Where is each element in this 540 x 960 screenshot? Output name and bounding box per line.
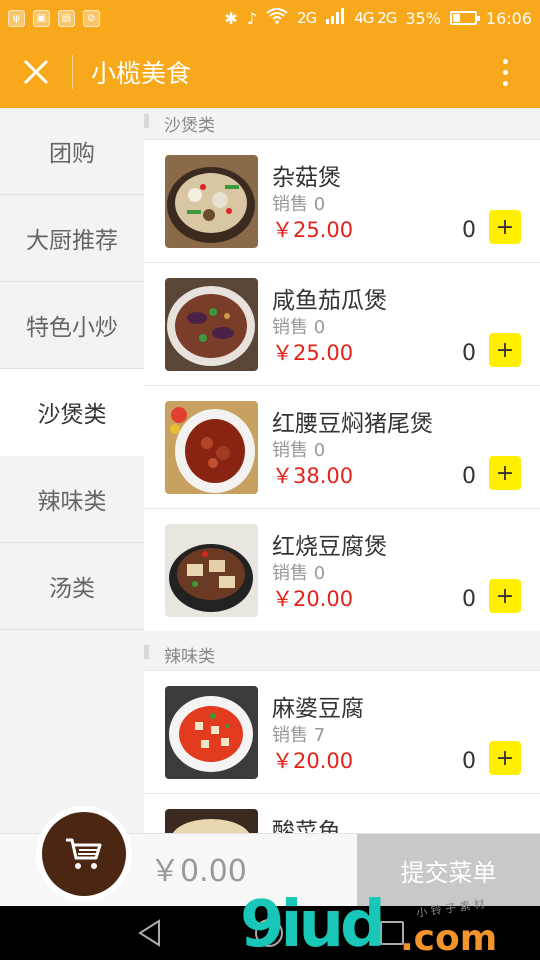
- watermark-domain: .com: [400, 918, 498, 959]
- dish-quantity: 0: [462, 749, 476, 774]
- dish-sales: 销售 0: [272, 194, 326, 215]
- clipboard-icon: ▤: [58, 9, 75, 27]
- more-dot: [502, 80, 508, 86]
- section-title: 沙煲类: [164, 116, 215, 136]
- sidebar-item-chef-recommend[interactable]: 大厨推荐: [0, 195, 144, 282]
- dish-name: 麻婆豆腐: [272, 696, 364, 722]
- cart-total: ￥0.00: [150, 854, 247, 889]
- app-screen: ψ ▣ ▤ ⊘ ✱ ♪ 2G 4G 2G 35% 16:06 小榄美食 团购 大…: [0, 0, 540, 960]
- section-header: 沙煲类: [144, 108, 540, 139]
- sidebar-item-group-buy[interactable]: 团购: [0, 108, 144, 195]
- list-item[interactable]: 红腰豆焖猪尾煲 销售 0 ￥38.00 0 +: [144, 385, 540, 508]
- more-dot: [502, 69, 508, 75]
- sidebar-item-special-stir-fry[interactable]: 特色小炒: [0, 282, 144, 369]
- signal-icon: [325, 8, 345, 28]
- silent-icon: ♪: [246, 8, 258, 28]
- dish-quantity: 0: [462, 218, 476, 243]
- dish-image: [165, 686, 258, 779]
- dish-name: 咸鱼茄瓜煲: [272, 288, 387, 314]
- battery-icon: [449, 11, 480, 25]
- shopping-cart-icon: [66, 838, 102, 869]
- section-header: 辣味类: [144, 639, 540, 670]
- list-item[interactable]: 咸鱼茄瓜煲 销售 0 ￥25.00 0 +: [144, 262, 540, 385]
- dish-name: 杂菇煲: [272, 165, 341, 191]
- sidebar-item-label: 汤类: [49, 576, 95, 602]
- cart-button[interactable]: [36, 806, 132, 902]
- add-button[interactable]: +: [489, 333, 521, 367]
- bluetooth-icon: ✱: [224, 8, 238, 28]
- add-button[interactable]: +: [489, 579, 521, 613]
- sidebar-item-claypot[interactable]: 沙煲类: [0, 369, 144, 456]
- wifi-icon: [266, 8, 288, 28]
- add-button[interactable]: +: [489, 456, 521, 490]
- page-title: 小榄美食: [91, 59, 192, 88]
- dish-price: ￥38.00: [272, 464, 354, 488]
- dish-image: [165, 155, 258, 248]
- menu-list[interactable]: 沙煲类 杂菇煲 销售 0 ￥25.00 0 + 咸鱼茄瓜煲 销售 0 ￥25.0…: [144, 108, 540, 833]
- sidebar-item-label: 沙煲类: [37, 402, 107, 428]
- usb-icon: ψ: [8, 9, 25, 27]
- dish-name: 红腰豆焖猪尾煲: [272, 411, 433, 437]
- sidebar-item-label: 大厨推荐: [26, 228, 118, 254]
- title-bar: 小榄美食: [0, 36, 540, 108]
- clock: 16:06: [485, 8, 532, 28]
- cart-circle: [42, 812, 126, 896]
- list-item[interactable]: 麻婆豆腐 销售 7 ￥20.00 0 +: [144, 670, 540, 793]
- list-item[interactable]: 红烧豆腐煲 销售 0 ￥20.00 0 +: [144, 508, 540, 631]
- dish-sales: 销售 0: [272, 440, 326, 461]
- dish-price: ￥20.00: [272, 587, 354, 611]
- sidebar-item-soup[interactable]: 汤类: [0, 543, 144, 630]
- dish-price: ￥25.00: [272, 218, 354, 242]
- network-type-a: 2G: [297, 9, 317, 27]
- close-button[interactable]: [0, 36, 72, 108]
- back-icon[interactable]: [137, 919, 163, 947]
- sidebar-item-label: 特色小炒: [26, 315, 118, 341]
- dish-quantity: 0: [462, 587, 476, 612]
- battery-percent: 35%: [405, 8, 441, 28]
- title-divider: [72, 55, 73, 89]
- list-item[interactable]: 杂菇煲 销售 0 ￥25.00 0 +: [144, 139, 540, 262]
- watermark-small-text: 小 铃 子 素 材: [415, 897, 486, 920]
- dish-price: ￥20.00: [272, 749, 354, 773]
- dish-image: [165, 809, 258, 833]
- dish-image: [165, 278, 258, 371]
- battery-level: [452, 14, 461, 22]
- dish-sales: 销售 0: [272, 317, 326, 338]
- dish-image: [165, 524, 258, 617]
- section-title: 辣味类: [164, 647, 215, 667]
- list-item[interactable]: 酸菜鱼: [144, 793, 540, 833]
- dish-price: ￥25.00: [272, 341, 354, 365]
- category-sidebar: 团购 大厨推荐 特色小炒 沙煲类 辣味类 汤类: [0, 108, 144, 833]
- system-icons: ✱ ♪ 2G 4G 2G 35% 16:06: [224, 8, 532, 28]
- watermark: 9iud .com 小 铃 子 素 材: [240, 888, 540, 960]
- notification-icons: ψ ▣ ▤ ⊘: [8, 9, 100, 27]
- no-disturb-icon: ⊘: [83, 9, 100, 27]
- sidebar-item-spicy[interactable]: 辣味类: [0, 456, 144, 543]
- close-icon: [23, 59, 49, 85]
- dish-quantity: 0: [462, 341, 476, 366]
- dish-name: 红烧豆腐煲: [272, 534, 387, 560]
- dish-image: [165, 401, 258, 494]
- dish-name: 酸菜鱼: [272, 819, 341, 833]
- sidebar-item-label: 辣味类: [37, 489, 107, 515]
- more-vertical-icon: [502, 58, 508, 64]
- dish-sales: 销售 7: [272, 725, 326, 746]
- dish-quantity: 0: [462, 464, 476, 489]
- more-options-button[interactable]: [470, 36, 540, 108]
- add-button[interactable]: +: [489, 210, 521, 244]
- sidebar-item-label: 团购: [49, 141, 95, 167]
- image-icon: ▣: [33, 9, 50, 27]
- dish-sales: 销售 0: [272, 563, 326, 584]
- add-button[interactable]: +: [489, 741, 521, 775]
- status-bar: ψ ▣ ▤ ⊘ ✱ ♪ 2G 4G 2G 35% 16:06: [0, 0, 540, 36]
- network-type-b: 4G 2G: [354, 9, 397, 27]
- watermark-brand: 9iud: [240, 888, 386, 960]
